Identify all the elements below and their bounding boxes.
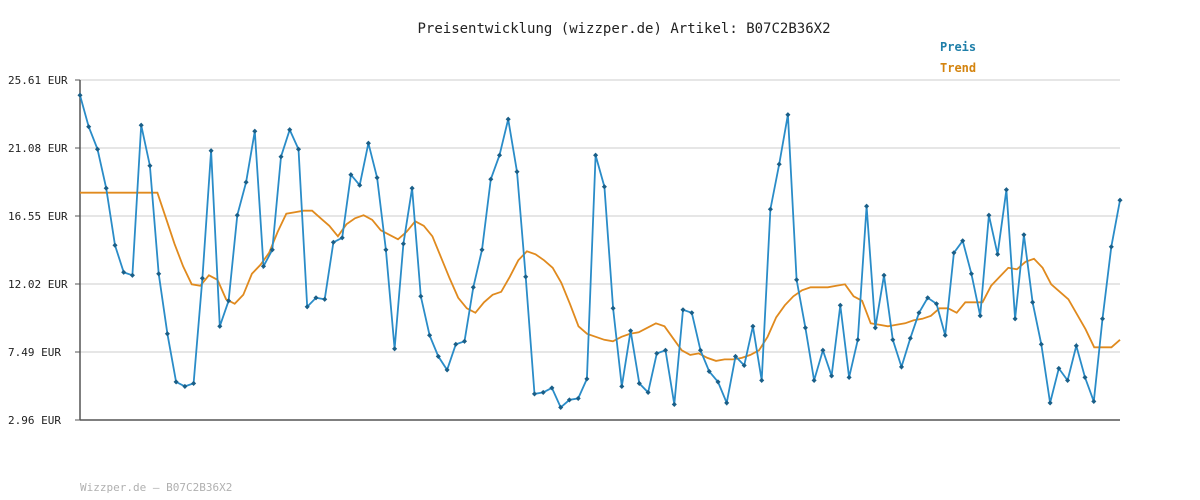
preis-point[interactable] [496,152,503,158]
preis-point[interactable] [77,92,83,98]
preis-point[interactable] [531,391,538,397]
y-tick-label: 21.08 EUR [8,142,68,155]
preis-point[interactable] [234,212,240,218]
y-tick-label: 25.61 EUR [8,74,68,87]
preis-point[interactable] [1003,187,1009,193]
legend-trend[interactable]: Trend [940,61,976,75]
preis-point[interactable] [1091,398,1097,404]
y-axis-ticks: 2.96 EUR 7.49 EUR 12.02 EUR 16.55 EUR 21.08 … [8,74,80,427]
preis-point[interactable] [1117,197,1123,203]
preis-point[interactable] [881,272,887,278]
preis-point[interactable] [86,124,92,130]
preis-point[interactable] [164,331,170,337]
preis-point[interactable] [418,293,424,299]
preis-point[interactable] [968,271,974,277]
y-tick-label: 16.55 EUR [8,210,68,223]
preis-point[interactable] [191,380,197,386]
preis-point[interactable] [138,122,144,128]
preis-point[interactable] [1021,232,1027,238]
preis-point[interactable] [907,335,913,341]
preis-point[interactable] [103,185,109,191]
preis-point[interactable] [864,203,870,209]
preis-point[interactable] [374,175,380,181]
preis-point[interactable] [505,116,511,122]
y-tick-label: 7.49 EUR [8,346,61,359]
preis-point[interactable] [523,274,529,280]
trend-line[interactable] [80,191,1121,362]
preis-point[interactable] [680,307,686,313]
preis-point[interactable] [427,332,433,338]
preis-point[interactable] [942,332,948,338]
preis-point[interactable] [724,400,730,406]
preis-point[interactable] [1082,374,1088,380]
preis-point[interactable] [601,184,607,190]
chart-title: Preisentwicklung (wizzper.de) Artikel: B… [417,21,830,37]
preis-point[interactable] [846,374,852,380]
preis-point[interactable] [383,247,389,253]
preis-line[interactable] [79,94,1121,409]
preis-point[interactable] [811,377,817,383]
preis-point[interactable] [243,179,249,185]
preis-point[interactable] [767,206,773,212]
preis-point[interactable] [1038,341,1044,347]
preis-point[interactable] [890,337,896,343]
preis-point[interactable] [776,161,782,167]
preis-point[interactable] [610,305,616,311]
preis-point[interactable] [619,383,625,389]
preis-point[interactable] [129,272,135,278]
preis-point[interactable] [1108,244,1114,250]
preis-point[interactable] [392,346,398,352]
preis-point[interactable] [794,277,800,283]
footer-credit: Wizzper.de – B07C2B36X2 [80,481,232,494]
preis-point[interactable] [898,364,905,370]
preis-point[interactable] [837,302,843,308]
preis-point[interactable] [689,310,695,316]
preis-point[interactable] [400,241,406,247]
preis-point[interactable] [121,269,127,275]
preis-point[interactable] [453,341,459,347]
preis-point[interactable] [584,376,590,382]
y-tick-label: 2.96 EUR [8,414,61,427]
preis-point[interactable] [977,313,983,319]
preis-point[interactable] [1073,343,1079,349]
preis-point[interactable] [1099,316,1106,322]
preis-point[interactable] [1012,316,1018,322]
preis-point[interactable] [986,212,992,218]
preis-point[interactable] [156,271,162,277]
preis-point[interactable] [995,251,1001,257]
preis-point[interactable] [278,154,284,160]
preis-point[interactable] [759,377,765,383]
preis-point[interactable] [322,296,328,302]
preis-point[interactable] [1030,299,1036,305]
preis-point[interactable] [514,169,520,175]
preis-point[interactable] [785,112,791,118]
preis-point[interactable] [208,148,214,154]
preis-point[interactable] [409,185,415,191]
preis-point[interactable] [872,325,878,331]
preis-point[interactable] [802,325,808,331]
preis-point[interactable] [575,395,581,401]
preis-point[interactable] [593,152,599,158]
preis-point[interactable] [479,247,485,253]
preis-point[interactable] [470,284,476,290]
preis-point[interactable] [217,323,223,329]
price-chart: Preisentwicklung (wizzper.de) Artikel: B… [8,21,1123,494]
preis-point[interactable] [252,128,258,134]
preis-point[interactable] [1047,400,1053,406]
preis-point[interactable] [671,401,677,407]
preis-point[interactable] [147,163,153,169]
preis-point[interactable] [112,242,118,248]
y-tick-label: 12.02 EUR [8,278,68,291]
preis-point[interactable] [855,337,861,343]
preis-point[interactable] [365,140,371,146]
preis-point[interactable] [750,323,756,329]
preis-point[interactable] [829,373,835,379]
preis-point[interactable] [461,338,468,344]
preis-point[interactable] [488,176,494,182]
legend-preis[interactable]: Preis [940,40,976,54]
